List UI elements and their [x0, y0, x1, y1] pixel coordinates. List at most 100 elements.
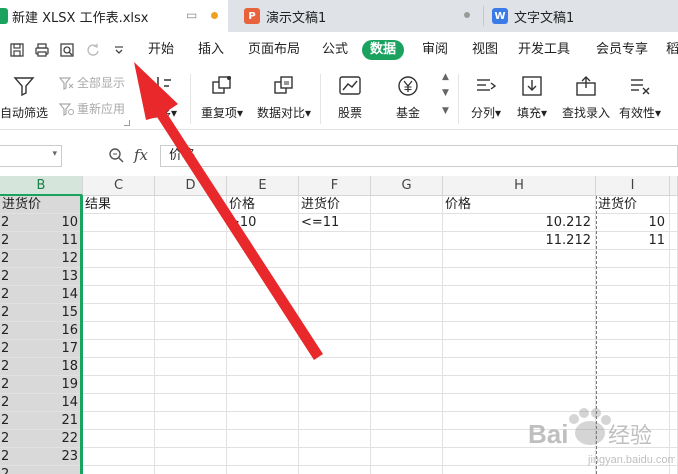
cell-f7[interactable] [299, 304, 371, 322]
fill-button[interactable]: 填充▾ [510, 74, 554, 121]
cell-g11[interactable] [371, 376, 443, 394]
cell-e13[interactable] [227, 412, 299, 430]
cell-d14[interactable] [155, 430, 227, 448]
cell-e9[interactable] [227, 340, 299, 358]
cell-e11[interactable] [227, 376, 299, 394]
cell-j1[interactable] [670, 196, 678, 214]
cell-h10[interactable] [443, 358, 596, 376]
cell-h1[interactable]: 价格 [443, 196, 596, 214]
cell-i2[interactable]: 10 [596, 214, 670, 232]
cell-f14[interactable] [299, 430, 371, 448]
cell-e3[interactable] [227, 232, 299, 250]
menu-item-more[interactable]: 稻 [666, 40, 678, 60]
cell-j3[interactable] [670, 232, 678, 250]
save-icon[interactable] [8, 40, 26, 60]
cell-c14[interactable] [83, 430, 155, 448]
cell-f4[interactable] [299, 250, 371, 268]
cell-j8[interactable] [670, 322, 678, 340]
cell-d12[interactable] [155, 394, 227, 412]
print-icon[interactable] [33, 40, 51, 60]
cell-e7[interactable] [227, 304, 299, 322]
cell-g1[interactable] [371, 196, 443, 214]
cell-d6[interactable] [155, 286, 227, 304]
cell-j10[interactable] [670, 358, 678, 376]
column-header-i[interactable]: I [596, 176, 670, 196]
cell-h11[interactable] [443, 376, 596, 394]
cell-b5[interactable]: 13 [0, 268, 83, 286]
cell-e15[interactable] [227, 448, 299, 466]
cell-d3[interactable] [155, 232, 227, 250]
cell-i1[interactable]: 进货价 [596, 196, 670, 214]
cell-d2[interactable] [155, 214, 227, 232]
cell-g3[interactable] [371, 232, 443, 250]
menu-item-review[interactable]: 审阅 [422, 40, 448, 60]
cell-i5[interactable] [596, 268, 670, 286]
cell-j11[interactable] [670, 376, 678, 394]
cell-e10[interactable] [227, 358, 299, 376]
ribbon-expand-icon[interactable]: ▼ [442, 106, 449, 116]
cell-c10[interactable] [83, 358, 155, 376]
cell-e5[interactable] [227, 268, 299, 286]
cell-e4[interactable] [227, 250, 299, 268]
cell-c9[interactable] [83, 340, 155, 358]
cell-c3[interactable] [83, 232, 155, 250]
cell-d1[interactable] [155, 196, 227, 214]
cell-i11[interactable] [596, 376, 670, 394]
cell-f5[interactable] [299, 268, 371, 286]
tab-document[interactable]: W 文字文稿1 [488, 0, 678, 32]
cell-b8[interactable]: 16 [0, 322, 83, 340]
cell-h2[interactable]: 10.212 [443, 214, 596, 232]
zoom-search-icon[interactable] [108, 147, 125, 167]
cell-c13[interactable] [83, 412, 155, 430]
cell-c5[interactable] [83, 268, 155, 286]
ribbon-scroll-down-icon[interactable]: ▼ [442, 88, 449, 98]
cell-e2[interactable]: >10 [227, 214, 299, 232]
cell-b6[interactable]: 14 [0, 286, 83, 304]
window-icon[interactable]: ▭ [186, 8, 197, 22]
cell-h4[interactable] [443, 250, 596, 268]
column-header-h[interactable]: H [443, 176, 596, 196]
duplicates-button[interactable]: 重复项▾ [196, 74, 248, 121]
cell-e12[interactable] [227, 394, 299, 412]
cell-f10[interactable] [299, 358, 371, 376]
fund-button[interactable]: 基金 [384, 74, 432, 121]
cell-i7[interactable] [596, 304, 670, 322]
cell-g4[interactable] [371, 250, 443, 268]
cell-g7[interactable] [371, 304, 443, 322]
cell-g2[interactable] [371, 214, 443, 232]
column-header-b[interactable]: B [0, 176, 83, 196]
cell-d8[interactable] [155, 322, 227, 340]
validity-button[interactable]: 有效性▾ [616, 74, 664, 121]
cell-i9[interactable] [596, 340, 670, 358]
cell-h3[interactable]: 11.212 [443, 232, 596, 250]
menu-item-member[interactable]: 会员专享 [596, 40, 648, 60]
cell-d7[interactable] [155, 304, 227, 322]
customize-toolbar-icon[interactable] [110, 40, 128, 60]
menu-item-view[interactable]: 视图 [472, 40, 498, 60]
stock-button[interactable]: 股票 [326, 74, 374, 121]
cell-j6[interactable] [670, 286, 678, 304]
cell-b14[interactable]: 22 [0, 430, 83, 448]
cell-i8[interactable] [596, 322, 670, 340]
column-header-f[interactable]: F [299, 176, 371, 196]
print-preview-icon[interactable] [58, 40, 76, 60]
cell-b10[interactable]: 18 [0, 358, 83, 376]
cell-e16[interactable] [227, 466, 299, 474]
cell-f1[interactable]: 进货价 [299, 196, 371, 214]
cell-e6[interactable] [227, 286, 299, 304]
cell-b16[interactable] [0, 466, 83, 474]
split-column-button[interactable]: 分列▾ [464, 74, 508, 121]
cell-f9[interactable] [299, 340, 371, 358]
cell-g9[interactable] [371, 340, 443, 358]
cell-f8[interactable] [299, 322, 371, 340]
cell-c8[interactable] [83, 322, 155, 340]
tab-spreadsheet[interactable]: 新建 XLSX 工作表.xlsx ▭ [0, 0, 228, 32]
cell-j9[interactable] [670, 340, 678, 358]
cell-e14[interactable] [227, 430, 299, 448]
cell-c4[interactable] [83, 250, 155, 268]
cell-i6[interactable] [596, 286, 670, 304]
menu-item-start[interactable]: 开始 [148, 40, 174, 60]
column-header-c[interactable]: C [83, 176, 155, 196]
cell-g10[interactable] [371, 358, 443, 376]
cell-f16[interactable] [299, 466, 371, 474]
